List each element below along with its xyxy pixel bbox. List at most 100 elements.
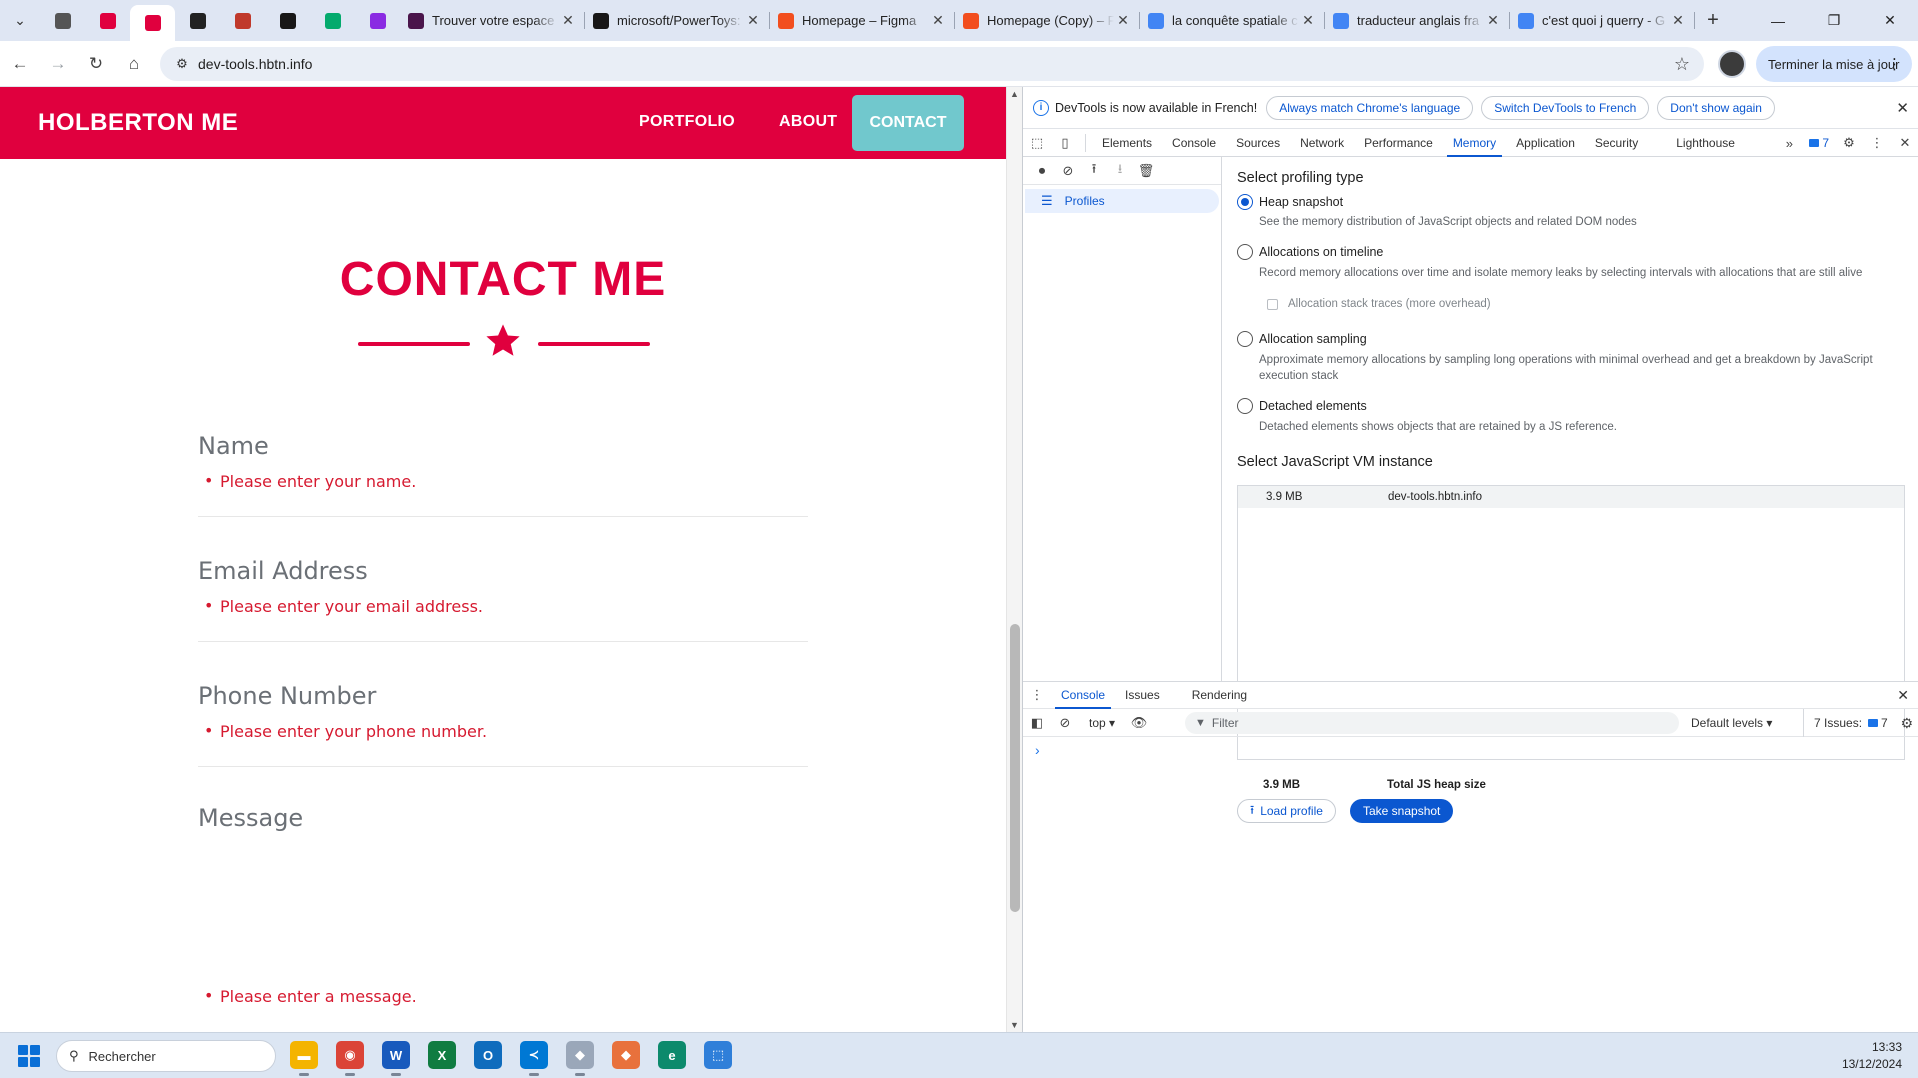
- switch-french-button[interactable]: Switch DevTools to French: [1481, 95, 1650, 120]
- outlook-icon[interactable]: O: [474, 1041, 502, 1069]
- radio-detached-elements[interactable]: [1237, 398, 1253, 414]
- browser-tab[interactable]: la conquête spatiale c ✕: [1140, 0, 1325, 41]
- pinned-tab[interactable]: [40, 0, 85, 41]
- reload-button[interactable]: ↻: [78, 46, 114, 82]
- radio-allocation-sampling[interactable]: [1237, 331, 1253, 347]
- close-tab-icon[interactable]: ✕: [1114, 12, 1132, 29]
- devtools-tab-elements[interactable]: Elements: [1092, 129, 1162, 157]
- drawer-menu-icon[interactable]: ⋮: [1023, 681, 1051, 709]
- url-text[interactable]: dev-tools.hbtn.info: [198, 56, 312, 72]
- pinned-tab[interactable]: [175, 0, 220, 41]
- option-detached-elements[interactable]: Detached elements: [1237, 398, 1367, 414]
- nav-portfolio-link[interactable]: PORTFOLIO: [639, 113, 735, 131]
- back-button[interactable]: ←: [2, 46, 38, 82]
- git-kraken-icon[interactable]: ◆: [612, 1041, 640, 1069]
- pinned-tab[interactable]: [265, 0, 310, 41]
- restore-button[interactable]: ❐: [1806, 0, 1862, 41]
- new-tab-button[interactable]: +: [1695, 9, 1731, 32]
- take-snapshot-button[interactable]: Take snapshot: [1350, 799, 1454, 823]
- page-scrollbar[interactable]: ▲ ▼: [1006, 87, 1022, 1032]
- scroll-thumb[interactable]: [1010, 624, 1020, 912]
- log-levels-select[interactable]: Default levels ▾: [1691, 709, 1772, 737]
- kebab-menu-icon[interactable]: ⋮: [1863, 129, 1891, 157]
- radio-allocations-timeline[interactable]: [1237, 244, 1253, 260]
- clear-console-icon[interactable]: ⊘: [1051, 709, 1079, 737]
- windows-start-icon[interactable]: [18, 1045, 40, 1067]
- profile-avatar[interactable]: [1718, 50, 1746, 78]
- settings-gear-icon[interactable]: ⚙: [1835, 129, 1863, 157]
- store-icon[interactable]: ⬚: [704, 1041, 732, 1069]
- pinned-tab[interactable]: [85, 0, 130, 41]
- menu-dots-icon[interactable]: ⋮: [1887, 55, 1902, 73]
- word-icon[interactable]: W: [382, 1041, 410, 1076]
- close-tab-icon[interactable]: ✕: [1669, 12, 1687, 29]
- pinned-tab[interactable]: [355, 0, 400, 41]
- radio-heap-snapshot[interactable]: [1237, 194, 1253, 210]
- close-tab-icon[interactable]: ✕: [1299, 12, 1317, 29]
- vscode-icon[interactable]: ≺: [520, 1041, 548, 1076]
- stack-traces-option[interactable]: Allocation stack traces (more overhead): [1267, 298, 1491, 310]
- name-field[interactable]: [198, 516, 808, 517]
- devtools-tab-security[interactable]: Security: [1585, 129, 1648, 157]
- close-window-button[interactable]: ✕: [1862, 0, 1918, 41]
- live-expression-eye-icon[interactable]: 👁: [1125, 709, 1153, 737]
- taskbar-search[interactable]: ⚲ Rechercher: [56, 1040, 276, 1072]
- close-tab-icon[interactable]: ✕: [744, 12, 762, 29]
- download-icon[interactable]: ⭳: [1107, 157, 1133, 185]
- devtools-tab-performance[interactable]: Performance: [1354, 129, 1443, 157]
- upload-icon[interactable]: ⭱: [1081, 157, 1107, 185]
- browser-tab[interactable]: Homepage (Copy) – F ✕: [955, 0, 1140, 41]
- drawer-tab-console[interactable]: Console: [1051, 681, 1115, 709]
- close-drawer-icon[interactable]: ✕: [1897, 687, 1909, 704]
- issues-badge[interactable]: 7: [1803, 136, 1835, 150]
- update-button[interactable]: Terminer la mise à jour ⋮: [1756, 46, 1912, 82]
- console-issues-button[interactable]: 7 Issues: 7: [1803, 709, 1888, 737]
- option-heap-snapshot[interactable]: Heap snapshot: [1237, 194, 1343, 210]
- pinned-tab[interactable]: [130, 5, 175, 41]
- close-tab-icon[interactable]: ✕: [929, 12, 947, 29]
- option-allocations-timeline[interactable]: Allocations on timeline: [1237, 244, 1383, 260]
- browser-tab[interactable]: traducteur anglais fra ✕: [1325, 0, 1510, 41]
- nav-about-link[interactable]: ABOUT: [779, 113, 837, 131]
- excel-icon[interactable]: X: [428, 1041, 456, 1069]
- device-toolbar-icon[interactable]: ▯: [1051, 129, 1079, 157]
- console-prompt[interactable]: ›: [1035, 742, 1040, 758]
- email-field[interactable]: [198, 641, 808, 642]
- devtools-tab-console[interactable]: Console: [1162, 129, 1226, 157]
- clear-icon[interactable]: ⊘: [1055, 157, 1081, 185]
- forward-button[interactable]: →: [40, 46, 76, 82]
- chrome-icon[interactable]: ◉: [336, 1041, 364, 1076]
- pinned-tab[interactable]: [310, 0, 355, 41]
- scroll-up-icon[interactable]: ▲: [1010, 89, 1019, 99]
- browser-tab[interactable]: microsoft/PowerToys: ✕: [585, 0, 770, 41]
- console-filter-input[interactable]: ▼ Filter: [1185, 712, 1679, 734]
- devtools-tab-application[interactable]: Application: [1506, 129, 1585, 157]
- dont-show-again-button[interactable]: Don't show again: [1657, 95, 1775, 120]
- stack-traces-checkbox[interactable]: [1267, 298, 1278, 310]
- app-gem-icon[interactable]: ◆: [566, 1041, 594, 1076]
- home-button[interactable]: ⌂: [116, 46, 152, 82]
- file-explorer-icon[interactable]: ▬: [290, 1041, 318, 1076]
- inspect-element-icon[interactable]: ⬚: [1023, 129, 1051, 157]
- pinned-tab[interactable]: [220, 0, 265, 41]
- drawer-tab-issues[interactable]: Issues: [1115, 681, 1170, 709]
- option-allocation-sampling[interactable]: Allocation sampling: [1237, 331, 1367, 347]
- address-bar[interactable]: ⚙ dev-tools.hbtn.info ☆: [160, 47, 1704, 81]
- console-settings-icon[interactable]: ⚙: [1900, 715, 1913, 732]
- sidebar-toggle-icon[interactable]: ◧: [1023, 709, 1051, 737]
- drawer-tab-rendering[interactable]: Rendering: [1182, 681, 1257, 709]
- more-tabs-icon[interactable]: »: [1775, 129, 1803, 157]
- edge-icon[interactable]: e: [658, 1041, 686, 1069]
- tab-search-button[interactable]: ⌄: [0, 0, 40, 41]
- system-clock[interactable]: 13:33 13/12/2024: [1842, 1039, 1902, 1073]
- load-profile-button[interactable]: ⭱ Load profile: [1237, 799, 1336, 823]
- close-tab-icon[interactable]: ✕: [1484, 12, 1502, 29]
- collect-garbage-icon[interactable]: 🗑: [1133, 157, 1159, 185]
- close-devtools-icon[interactable]: ✕: [1891, 129, 1918, 157]
- context-select[interactable]: top ▾: [1079, 716, 1125, 730]
- devtools-tab-sources[interactable]: Sources: [1226, 129, 1290, 157]
- minimize-button[interactable]: —: [1750, 0, 1806, 41]
- devtools-tab-lighthouse[interactable]: Lighthouse: [1666, 129, 1745, 157]
- close-tab-icon[interactable]: ✕: [559, 12, 577, 29]
- record-icon[interactable]: ⏺: [1029, 157, 1055, 185]
